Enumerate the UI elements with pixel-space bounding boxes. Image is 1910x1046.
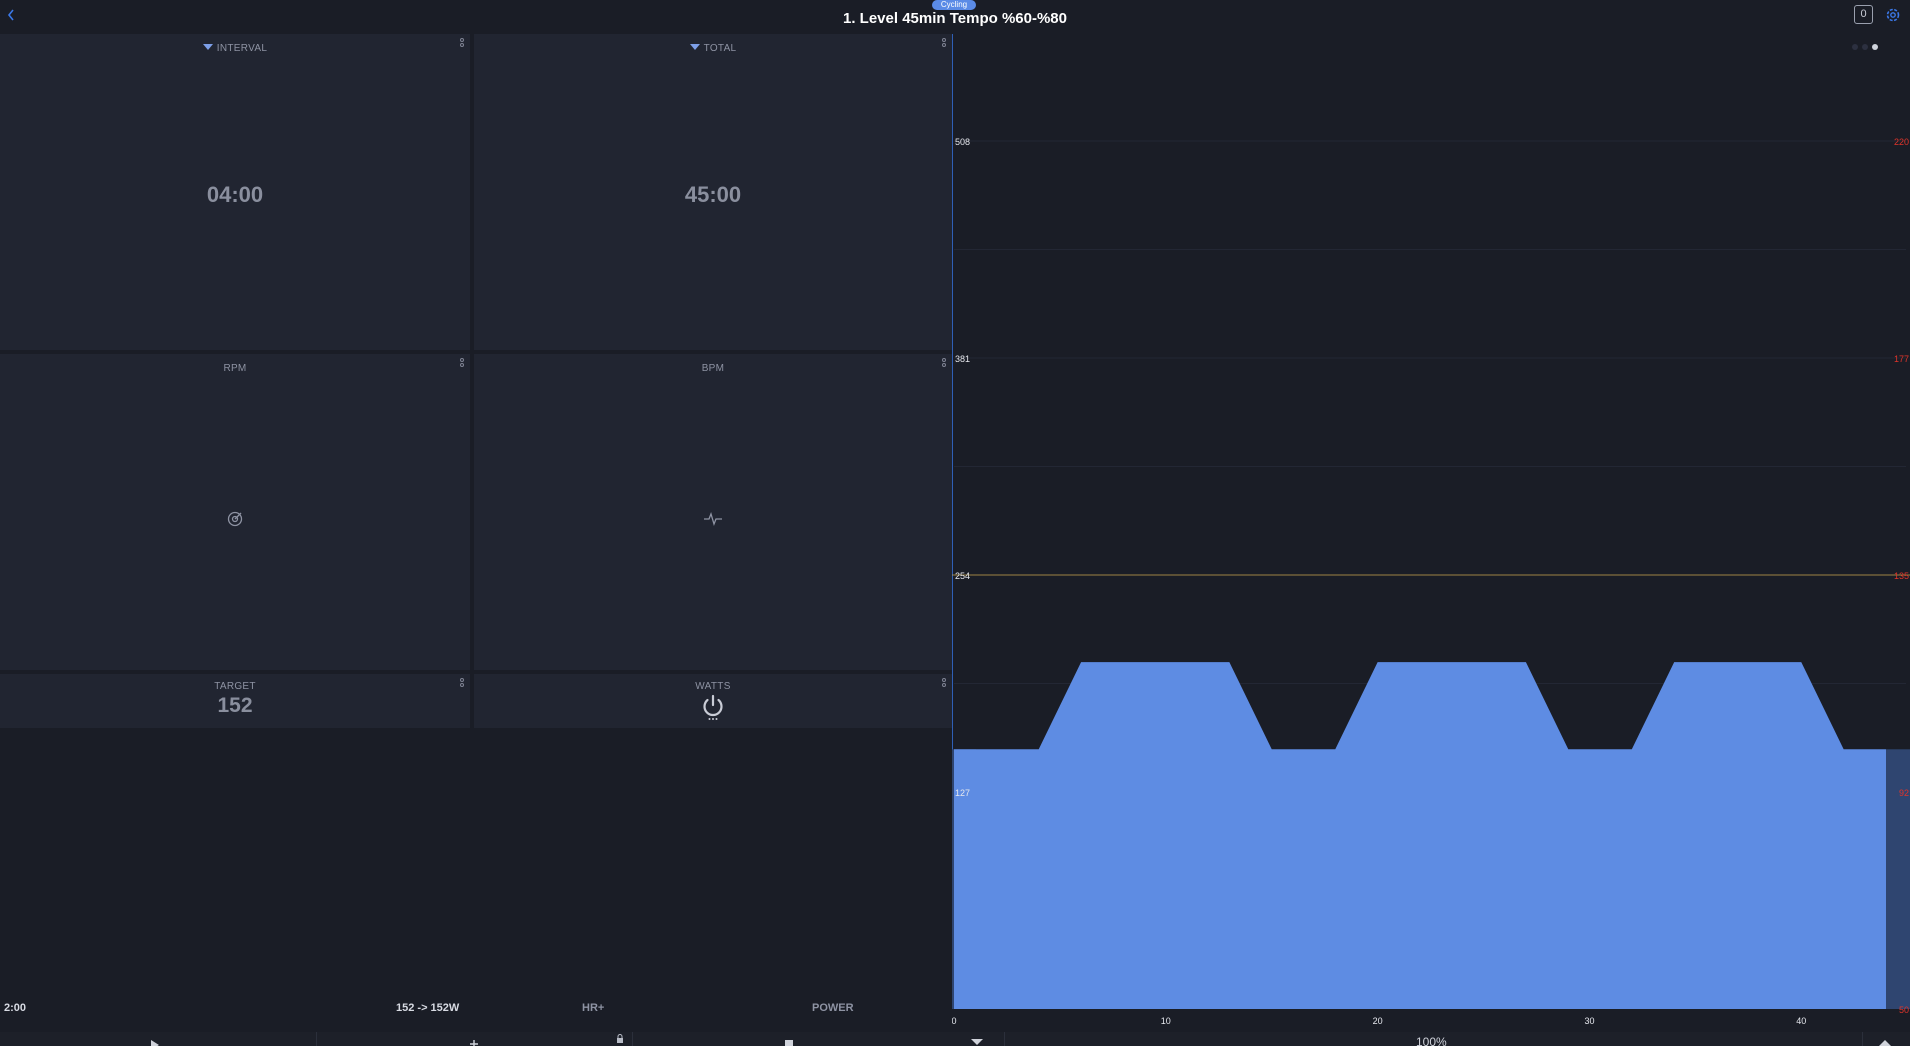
workout-screen: Cycling 1. Level 45min Tempo %60-%80 0 I…	[0, 0, 1910, 1046]
y-right-tick-label: 92	[1899, 788, 1909, 798]
tile-options-icon[interactable]	[942, 38, 948, 52]
y-right-tick-label: 177	[1894, 354, 1909, 364]
power-range: 152 -> 152W	[396, 1002, 460, 1014]
bpm-tile[interactable]: BPM	[474, 354, 952, 670]
toolbar-divider	[1004, 1032, 1005, 1046]
expand-up-button[interactable]	[1878, 1032, 1892, 1046]
rpm-tile[interactable]: RPM	[0, 354, 470, 670]
counter-button[interactable]: 0	[1854, 5, 1873, 24]
total-tile[interactable]: TOTAL 45:00	[474, 34, 952, 350]
y-left-tick-label: 508	[955, 137, 970, 147]
zoom-level: 100%	[1416, 1035, 1447, 1046]
y-left-tick-label: 254	[955, 571, 970, 581]
x-tick-label: 20	[1373, 1016, 1383, 1026]
tile-options-icon[interactable]	[460, 358, 466, 372]
interval-value: 04:00	[206, 182, 264, 207]
workout-title: 1. Level 45min Tempo %60-%80	[843, 10, 1067, 27]
workout-chart[interactable]: 127 254 381 508 50 92 135 177 220 0 10 20 30 40	[952, 34, 1910, 1032]
mode-button[interactable]: POWER	[812, 1002, 854, 1014]
chevron-up-icon	[1879, 1040, 1891, 1046]
page-dot[interactable]	[1852, 44, 1858, 50]
page-dot-active[interactable]	[1872, 44, 1878, 50]
power-icon	[703, 694, 723, 720]
settings-button[interactable]	[1884, 6, 1902, 24]
heartbeat-icon	[704, 512, 722, 526]
lock-icon	[617, 1034, 623, 1043]
target-tile[interactable]: TARGET 152	[0, 674, 470, 728]
watts-tile[interactable]: WATTS	[474, 674, 952, 728]
target-gauge-icon	[227, 511, 243, 527]
y-right-tick-label: 50	[1899, 1005, 1909, 1015]
x-tick-label: 30	[1584, 1016, 1594, 1026]
y-right-tick-label: 220	[1894, 137, 1909, 147]
play-button[interactable]	[150, 1032, 160, 1046]
target-value: 152	[217, 694, 253, 717]
tile-options-icon[interactable]	[460, 678, 466, 692]
top-bar: Cycling 1. Level 45min Tempo %60-%80 0	[0, 0, 1910, 34]
zoom-dropdown-button[interactable]	[970, 1032, 984, 1046]
bpm-label: BPM	[701, 363, 725, 374]
play-icon	[151, 1040, 159, 1046]
x-tick-label: 40	[1796, 1016, 1806, 1026]
y-left-tick-label: 127	[955, 788, 970, 798]
triangle-down-icon	[202, 44, 213, 50]
power-area-series	[954, 662, 1886, 1009]
rpm-label: RPM	[223, 363, 247, 374]
chevron-down-icon	[971, 1039, 983, 1045]
interval-label: INTERVAL	[0, 43, 470, 54]
stop-button[interactable]	[784, 1032, 794, 1046]
stop-icon	[785, 1040, 793, 1046]
watts-label: WATTS	[695, 681, 731, 692]
toolbar-divider	[316, 1032, 317, 1046]
x-tick-label: 0	[952, 1016, 957, 1026]
toolbar-divider	[632, 1032, 633, 1046]
chevron-left-icon	[7, 9, 14, 21]
y-left-tick-label: 381	[955, 354, 970, 364]
x-tick-label: 10	[1161, 1016, 1171, 1026]
target-label: TARGET	[214, 681, 256, 692]
toolbar-divider	[1862, 1032, 1863, 1046]
y-right-tick-label: 135	[1894, 571, 1909, 581]
elapsed-time: 2:00	[4, 1002, 27, 1014]
tile-options-icon[interactable]	[942, 678, 948, 692]
add-button[interactable]	[468, 1032, 480, 1046]
sport-badge: Cycling	[932, 0, 976, 10]
page-indicator[interactable]	[1852, 37, 1886, 50]
lock-button[interactable]	[616, 1030, 624, 1044]
hr-mode-button[interactable]: HR+	[582, 1002, 604, 1014]
bottom-toolbar: 100%	[0, 1032, 1910, 1046]
triangle-down-icon	[689, 44, 700, 50]
gear-icon	[1886, 8, 1900, 22]
total-value: 45:00	[684, 182, 742, 207]
back-button[interactable]	[6, 6, 22, 26]
page-dot[interactable]	[1862, 44, 1868, 50]
tile-options-icon[interactable]	[942, 358, 948, 372]
total-label: TOTAL	[474, 43, 952, 54]
workout-profile-chart: 127 254 381 508 50 92 135 177 220 0 10 20 30 40	[952, 34, 1910, 1026]
plus-icon	[470, 1040, 478, 1046]
tile-options-icon[interactable]	[460, 38, 466, 52]
interval-tile[interactable]: INTERVAL 04:00	[0, 34, 470, 350]
